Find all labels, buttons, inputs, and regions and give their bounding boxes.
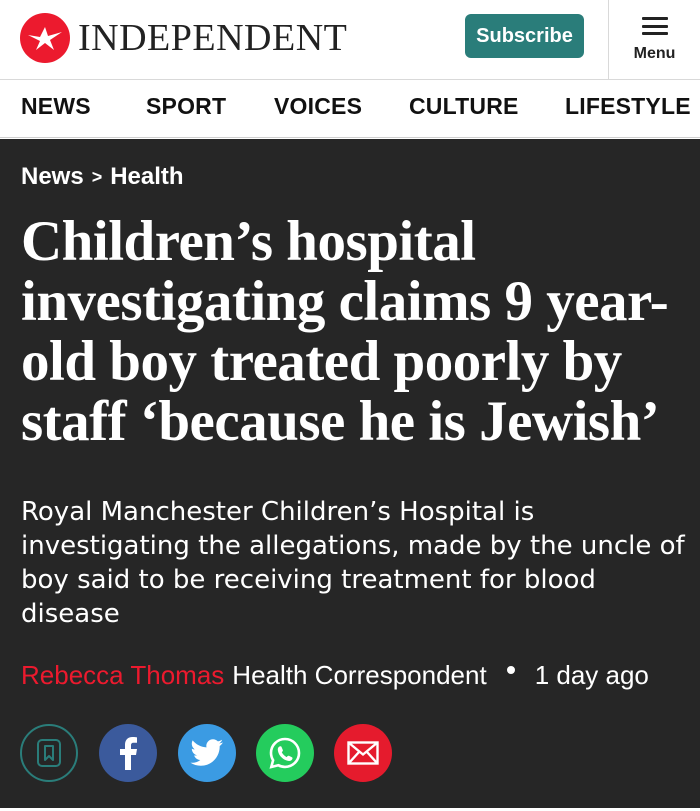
menu-label: Menu [633, 45, 676, 62]
byline: Rebecca Thomas Health Correspondent 1 da… [21, 660, 649, 691]
envelope-icon [347, 741, 379, 765]
facebook-icon [120, 737, 137, 770]
whatsapp-icon [269, 737, 301, 769]
menu-button[interactable]: Menu [609, 0, 700, 80]
article-standfirst: Royal Manchester Children’s Hospital is … [21, 497, 685, 629]
nav-item-voices[interactable]: VOICES [274, 93, 362, 120]
breadcrumb-separator: > [91, 166, 103, 187]
author-role: Health Correspondent [232, 660, 487, 690]
article-header: News > Health Children’s hospital invest… [0, 139, 700, 811]
nav-item-lifestyle[interactable]: LIFESTYLE [565, 93, 691, 120]
whatsapp-share-button[interactable] [256, 724, 314, 782]
breadcrumb: News > Health [21, 163, 184, 191]
article-headline: Children’s hospital investigating claims… [21, 210, 669, 453]
bookmark-button[interactable] [20, 724, 78, 782]
nav-item-sport[interactable]: SPORT [146, 93, 226, 120]
brand-wordmark: INDEPENDENT [78, 17, 348, 59]
publish-time: 1 day ago [534, 660, 649, 690]
site-logo[interactable]: INDEPENDENT [20, 12, 347, 64]
site-header: INDEPENDENT Subscribe Menu [0, 0, 700, 80]
nav-item-news[interactable]: NEWS [21, 93, 91, 120]
email-share-button[interactable] [334, 724, 392, 782]
breadcrumb-health[interactable]: Health [110, 163, 183, 191]
bookmark-icon [37, 739, 61, 767]
section-nav: NEWS SPORT VOICES CULTURE LIFESTYLE [0, 81, 700, 138]
twitter-share-button[interactable] [178, 724, 236, 782]
facebook-share-button[interactable] [99, 724, 157, 782]
twitter-icon [190, 739, 223, 766]
hamburger-icon [641, 17, 668, 35]
author-link[interactable]: Rebecca Thomas [21, 660, 224, 691]
eagle-logo-icon [20, 13, 70, 63]
nav-item-culture[interactable]: CULTURE [409, 93, 519, 120]
subscribe-button[interactable]: Subscribe [465, 14, 584, 58]
breadcrumb-news[interactable]: News [21, 163, 84, 191]
byline-separator-dot [506, 665, 515, 674]
